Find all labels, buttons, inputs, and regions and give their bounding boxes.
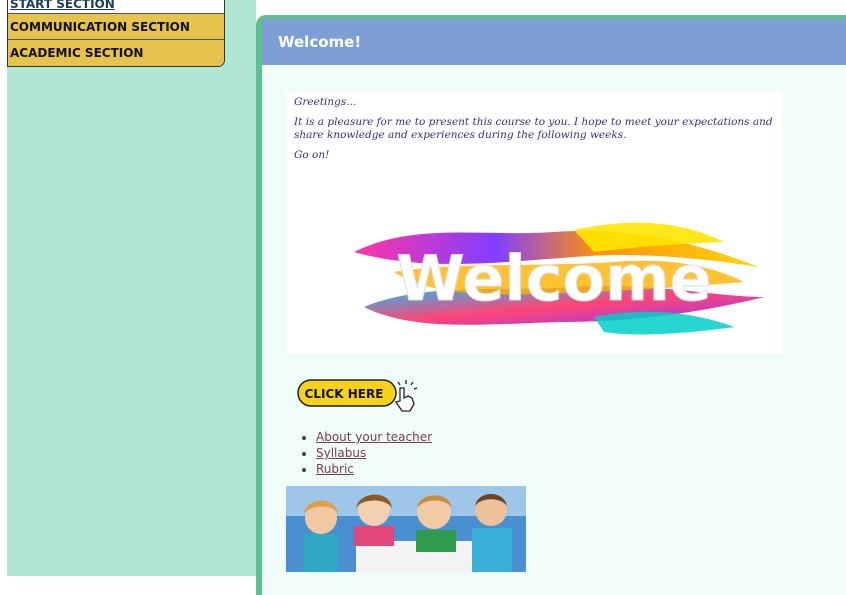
panel-title: Welcome!: [278, 33, 362, 51]
syllabus-link[interactable]: Syllabus: [316, 446, 366, 460]
rubric-link[interactable]: Rubric: [316, 462, 354, 476]
welcome-banner-image: Welcome: [354, 222, 764, 335]
list-item: Rubric: [316, 461, 432, 477]
menu-item-academic-section[interactable]: ACADEMIC SECTION: [8, 40, 224, 66]
greeting-line-2: It is a pleasure for me to present this …: [294, 116, 773, 141]
welcome-panel: Welcome! Greetings... It is a pleasure f…: [256, 15, 846, 595]
menu-item-communication-section[interactable]: COMMUNICATION SECTION: [8, 14, 224, 40]
links-list: About your teacher Syllabus Rubric: [298, 429, 432, 477]
greeting-text: Greetings... It is a pleasure for me to …: [294, 96, 774, 169]
about-teacher-link[interactable]: About your teacher: [316, 430, 432, 444]
greeting-box: Greetings... It is a pleasure for me to …: [286, 92, 782, 354]
welcome-banner-word: Welcome: [396, 242, 711, 315]
list-item: Syllabus: [316, 445, 432, 461]
menu-item-start-section[interactable]: START SECTION: [8, 0, 224, 14]
students-photo: [286, 486, 526, 572]
section-menu: START SECTION COMMUNICATION SECTION ACAD…: [7, 0, 225, 67]
click-here-label: CLICK HERE: [305, 387, 384, 401]
left-sidebar: [7, 0, 256, 576]
hand-pointer-icon: [394, 380, 418, 412]
greeting-line-1: Greetings...: [294, 96, 357, 108]
click-here-button[interactable]: CLICK HERE: [296, 374, 424, 414]
greeting-line-3: Go on!: [294, 149, 330, 161]
list-item: About your teacher: [316, 429, 432, 445]
panel-header: Welcome!: [262, 19, 846, 65]
